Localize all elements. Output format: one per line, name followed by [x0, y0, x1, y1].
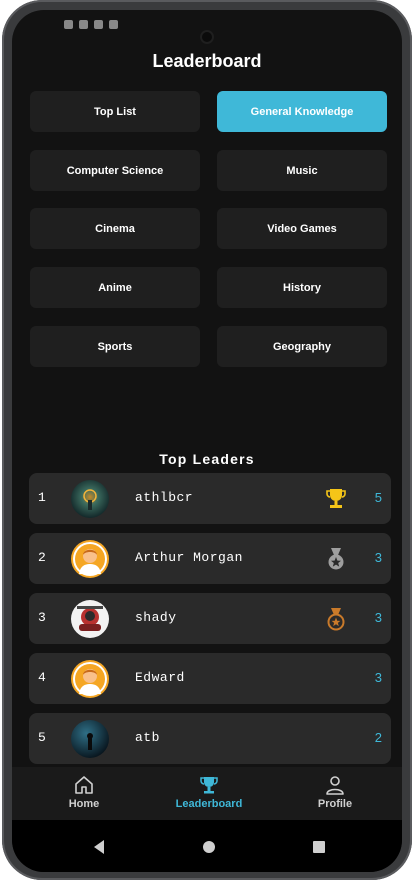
- nav-leaderboard-label: Leaderboard: [175, 798, 243, 810]
- avatar: [71, 720, 109, 758]
- shield-icon: [94, 20, 103, 29]
- leader-row[interactable]: 3 shady 3: [29, 593, 391, 644]
- category-geography-button[interactable]: Geography: [217, 326, 387, 367]
- nav-leaderboard[interactable]: Leaderboard: [159, 774, 259, 810]
- category-music-button[interactable]: Music: [217, 150, 387, 191]
- category-video-games-button[interactable]: Video Games: [217, 208, 387, 249]
- category-general-knowledge-button[interactable]: General Knowledge: [217, 91, 387, 132]
- rank-number: 2: [38, 550, 46, 565]
- recents-icon[interactable]: [313, 841, 325, 853]
- rank-number: 3: [38, 610, 46, 625]
- user-icon: [326, 776, 344, 795]
- leader-name: shady: [135, 610, 177, 625]
- trophy-icon: [200, 777, 218, 794]
- category-computer-science-button[interactable]: Computer Science: [30, 150, 200, 191]
- leader-name: athlbcr: [135, 490, 194, 505]
- nav-home-label: Home: [68, 798, 100, 810]
- leader-row[interactable]: 1 athlbcr 5: [29, 473, 391, 524]
- category-cinema-button[interactable]: Cinema: [30, 208, 200, 249]
- leader-score: 3: [374, 550, 382, 565]
- rank-number: 4: [38, 670, 46, 685]
- leader-score: 3: [374, 610, 382, 625]
- trophy-icon: [325, 486, 347, 512]
- leader-name: Arthur Morgan: [135, 550, 243, 565]
- nav-profile-label: Profile: [317, 798, 353, 810]
- home-icon: [75, 776, 93, 794]
- leader-row[interactable]: 4 Edward 3: [29, 653, 391, 704]
- camera-cutout: [202, 32, 212, 42]
- rank-number: 1: [38, 490, 46, 505]
- rank-number: 5: [38, 730, 46, 745]
- category-history-button[interactable]: History: [217, 267, 387, 308]
- category-anime-button[interactable]: Anime: [30, 267, 200, 308]
- gear-icon: [64, 20, 73, 29]
- avatar: [71, 600, 109, 638]
- nav-profile[interactable]: Profile: [285, 774, 385, 810]
- category-top-list-button[interactable]: Top List: [30, 91, 200, 132]
- leader-name: Edward: [135, 670, 185, 685]
- page-title: Leaderboard: [152, 51, 262, 71]
- avatar: [71, 660, 109, 698]
- avatar: [71, 480, 109, 518]
- app-screen: Leaderboard Top List General Knowledge C…: [12, 10, 402, 872]
- bronze-medal-icon: [325, 606, 347, 632]
- shield-icon: [79, 20, 88, 29]
- status-icons: [64, 20, 118, 29]
- nav-home[interactable]: Home: [34, 774, 134, 810]
- avatar: [71, 540, 109, 578]
- top-leaders-title: Top Leaders: [159, 451, 255, 467]
- leader-row[interactable]: 2 Arthur Morgan 3: [29, 533, 391, 584]
- back-icon[interactable]: [92, 839, 106, 855]
- leader-score: 2: [374, 730, 382, 745]
- silver-medal-icon: [325, 546, 347, 572]
- phone-frame: Leaderboard Top List General Knowledge C…: [2, 0, 412, 880]
- leader-score: 5: [374, 490, 382, 505]
- category-sports-button[interactable]: Sports: [30, 326, 200, 367]
- bottom-navigation: Home Leaderboard Profile: [12, 767, 402, 820]
- leader-name: atb: [135, 730, 160, 745]
- leader-score: 3: [374, 670, 382, 685]
- sim-icon: [109, 20, 118, 29]
- home-circle-icon[interactable]: [203, 841, 215, 853]
- system-navigation-bar: [12, 820, 402, 872]
- leader-row[interactable]: 5 atb 2: [29, 713, 391, 764]
